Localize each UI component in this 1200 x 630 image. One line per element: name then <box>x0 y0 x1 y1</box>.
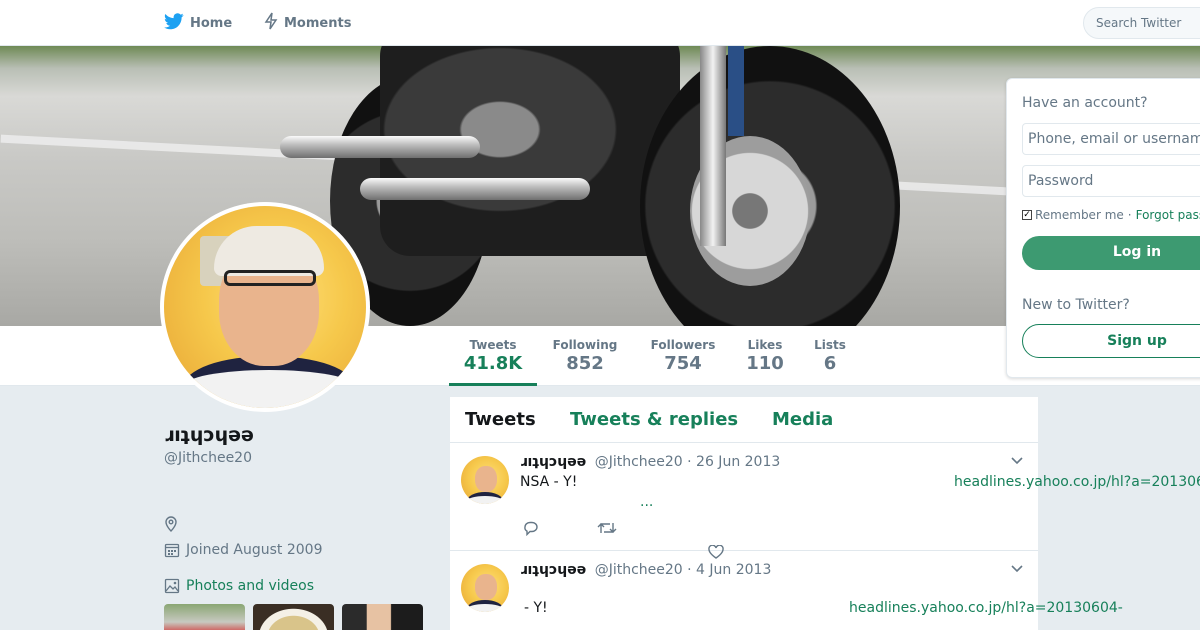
stat-label: Lists <box>814 338 846 352</box>
photos-label: Photos and videos <box>186 578 315 594</box>
retweet-icon[interactable] <box>597 520 617 536</box>
profile-location <box>164 516 178 536</box>
tweet-link[interactable]: headlines.yahoo.co.jp/hl?a=20130604- <box>849 600 1123 616</box>
stat-tweets[interactable]: Tweets 41.8K <box>449 326 537 386</box>
twitter-bird-icon <box>164 12 184 34</box>
tweet-meta: @Jithchee20 · 4 Jun 2013 <box>594 562 772 578</box>
profile-handle[interactable]: @Jithchee20 <box>164 450 252 466</box>
chevron-down-icon[interactable] <box>1011 454 1023 469</box>
media-thumbnail[interactable] <box>253 604 334 630</box>
tweet-avatar[interactable] <box>461 564 509 612</box>
stat-label: Likes <box>747 338 783 352</box>
remember-me-checkbox[interactable]: ✓ <box>1022 210 1032 220</box>
search-input[interactable]: Search Twitter <box>1083 7 1200 39</box>
chevron-down-icon[interactable] <box>1011 562 1023 577</box>
tweet-text: NSA - Y! <box>520 474 578 490</box>
stat-value: 6 <box>823 353 837 374</box>
location-pin-icon <box>164 516 178 536</box>
stat-value: 852 <box>566 353 604 374</box>
stat-label: Tweets <box>469 338 517 352</box>
tweet-author-name[interactable]: ɹıʇɥɔɥǝǝ <box>520 562 586 578</box>
tweet-author-name[interactable]: ɹıʇɥɔɥǝǝ <box>520 454 586 470</box>
tab-tweets-and-replies[interactable]: Tweets & replies <box>570 409 738 430</box>
tweet-avatar[interactable] <box>461 456 509 504</box>
password-field[interactable]: Password <box>1022 165 1200 197</box>
calendar-icon <box>164 542 180 558</box>
profile-joined: Joined August 2009 <box>164 542 322 558</box>
stat-following[interactable]: Following 852 <box>547 326 623 386</box>
stat-likes[interactable]: Likes 110 <box>740 326 790 386</box>
joined-text: Joined August 2009 <box>186 542 323 558</box>
tab-tweets[interactable]: Tweets <box>465 409 536 430</box>
stat-label: Followers <box>650 338 716 352</box>
tweet-header: ɹıʇɥɔɥǝǝ @Jithchee20 · 26 Jun 2013 <box>520 454 780 470</box>
banner-exhaust-lower <box>360 178 590 200</box>
avatar <box>164 206 366 408</box>
avatar-glasses <box>224 270 316 286</box>
media-thumbnail[interactable] <box>342 604 423 630</box>
banner-exhaust-upper <box>280 136 480 158</box>
timeline-tabs: Tweets Tweets & replies Media <box>450 397 1038 443</box>
login-title: Have an account? <box>1022 95 1148 111</box>
stat-lists[interactable]: Lists 6 <box>808 326 852 386</box>
nav-moments[interactable]: Moments <box>264 0 351 46</box>
banner-fork <box>700 46 726 246</box>
photos-and-videos-link[interactable]: Photos and videos <box>164 578 314 594</box>
stat-label: Following <box>552 338 618 352</box>
profile-avatar[interactable] <box>160 202 370 412</box>
stat-value: 110 <box>746 353 784 374</box>
remember-me-row: ✓ Remember me · Forgot password? <box>1022 208 1200 222</box>
remember-separator: · <box>1127 208 1132 222</box>
stat-value: 754 <box>664 353 702 374</box>
avatar-cap <box>214 226 324 276</box>
image-icon <box>164 578 180 594</box>
tweet-meta: @Jithchee20 · 26 Jun 2013 <box>594 454 781 470</box>
media-thumbnail[interactable] <box>164 604 245 630</box>
tweet-ellipsis[interactable]: ... <box>640 494 653 510</box>
tweet-text: - Y! <box>524 600 548 616</box>
banner-blue-part <box>728 46 744 136</box>
tweet-header: ɹıʇɥɔɥǝǝ @Jithchee20 · 4 Jun 2013 <box>520 562 771 578</box>
log-in-button[interactable]: Log in <box>1022 236 1200 270</box>
remember-me-label[interactable]: Remember me <box>1035 208 1124 222</box>
username-field[interactable]: Phone, email or username <box>1022 123 1200 155</box>
tweet-link[interactable]: headlines.yahoo.co.jp/hl?a=20130626 <box>954 474 1200 490</box>
nav-home-label: Home <box>190 15 233 31</box>
stat-followers[interactable]: Followers 754 <box>645 326 721 386</box>
profile-name[interactable]: ɹıʇɥɔɥǝǝ <box>164 424 254 446</box>
lightning-icon <box>264 12 278 34</box>
reply-icon[interactable] <box>523 520 539 536</box>
nav-moments-label: Moments <box>284 15 352 31</box>
top-nav: Home Moments Search Twitter <box>0 0 1200 46</box>
tweet-actions <box>523 520 617 536</box>
nav-home[interactable]: Home <box>164 0 232 46</box>
stat-value: 41.8K <box>463 353 523 374</box>
forgot-password-link[interactable]: Forgot password? <box>1136 208 1200 222</box>
tab-media[interactable]: Media <box>772 409 833 430</box>
new-to-twitter: New to Twitter? <box>1022 297 1130 313</box>
login-card: Have an account? Phone, email or usernam… <box>1006 78 1200 378</box>
sign-up-button[interactable]: Sign up <box>1022 324 1200 358</box>
tweet[interactable]: ɹıʇɥɔɥǝǝ @Jithchee20 · 26 Jun 2013 NSA -… <box>450 444 1200 559</box>
timeline: Tweets Tweets & replies Media ɹıʇɥɔɥǝǝ @… <box>450 397 1200 630</box>
tweet[interactable]: ɹıʇɥɔɥǝǝ @Jithchee20 · 4 Jun 2013 - Y! h… <box>450 552 1123 630</box>
